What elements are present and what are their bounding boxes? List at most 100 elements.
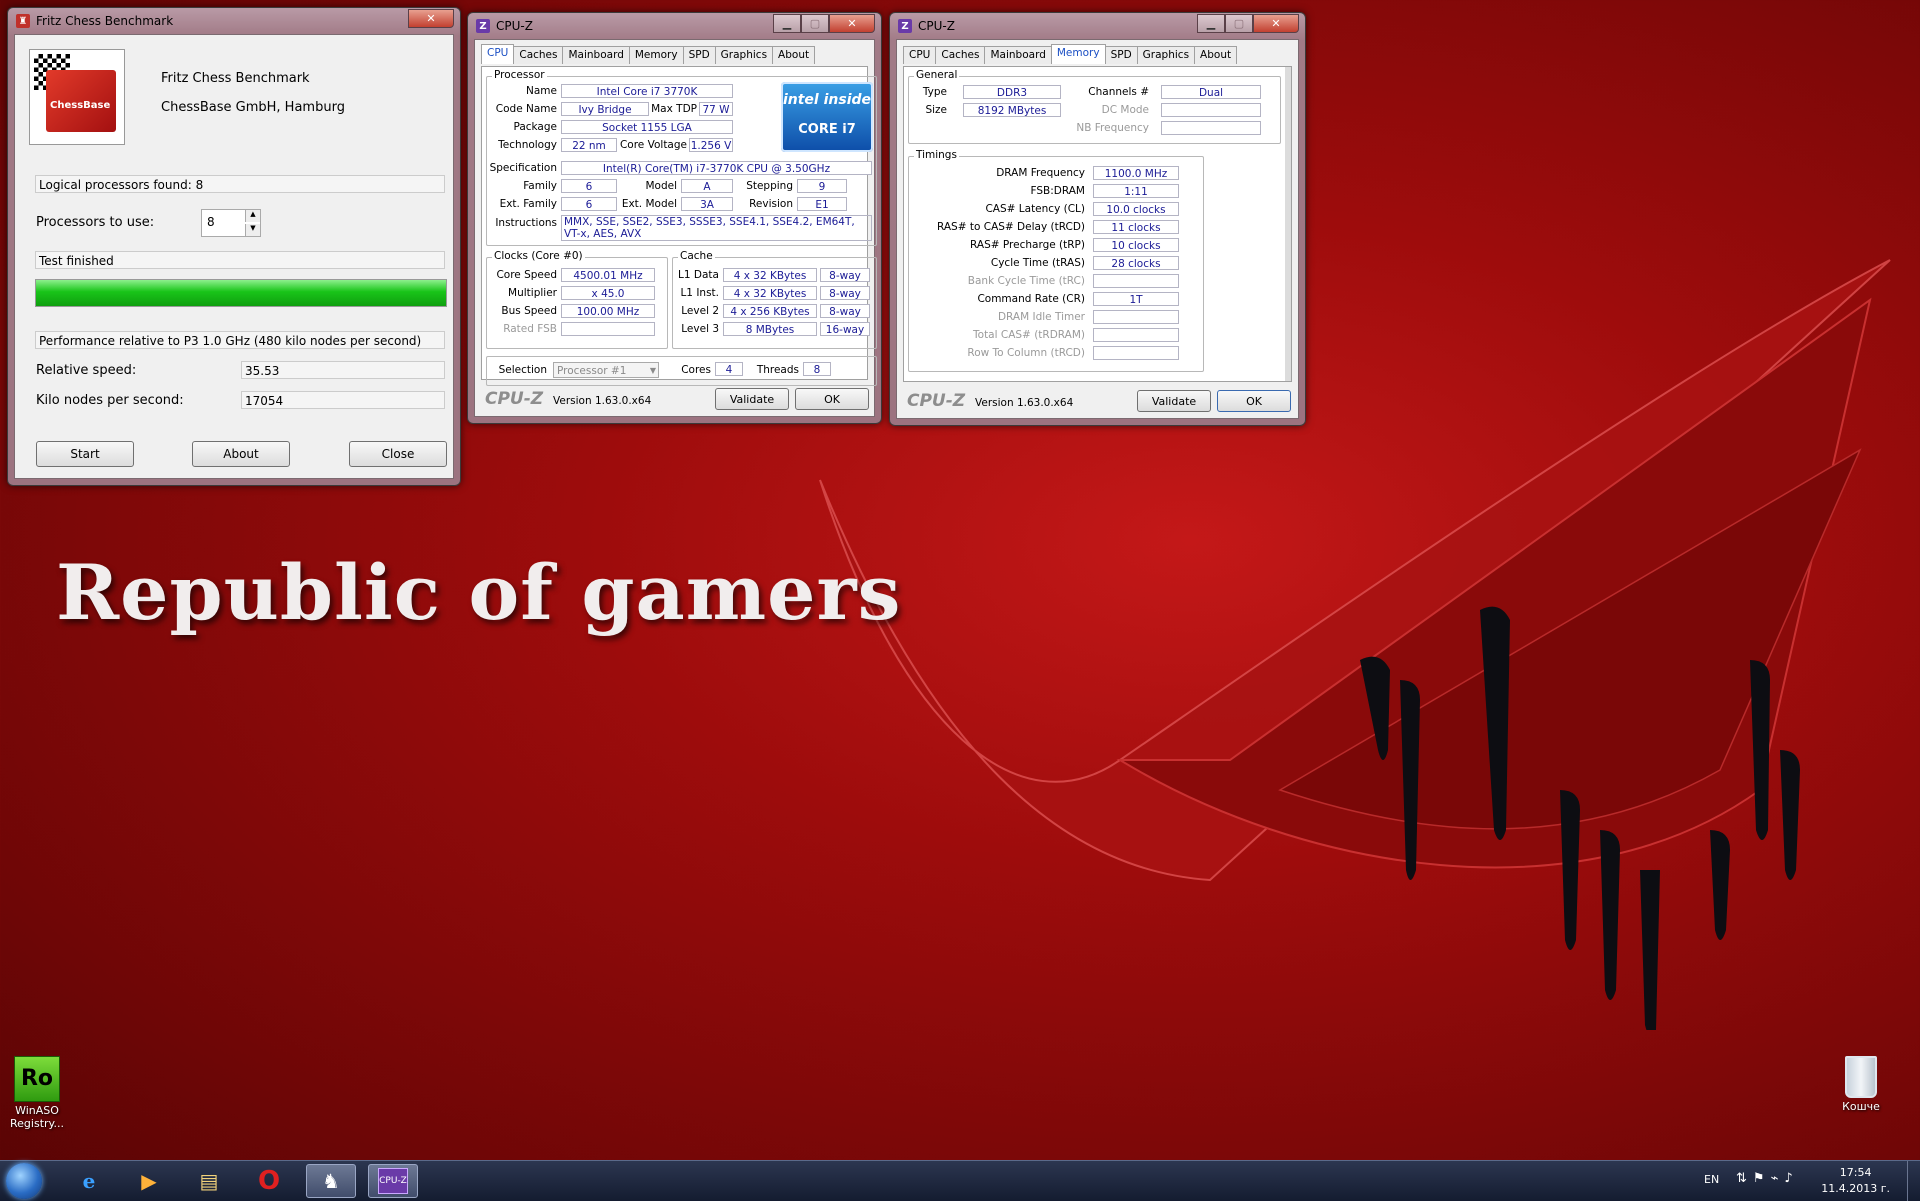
action-center-flag-icon[interactable]: ⚑ [1753,1171,1765,1186]
media-player-icon[interactable]: ▶ [124,1164,174,1198]
close-icon[interactable]: ✕ [829,14,875,33]
status-field: Test finished [35,251,445,269]
cpu-package: Socket 1155 LGA [561,120,733,134]
cpuz-app-icon: Z [898,19,912,33]
tab-spd[interactable]: SPD [1104,46,1138,64]
version-label: Version 1.63.0.x64 [553,395,652,407]
start-orb-icon[interactable] [6,1163,42,1199]
close-icon[interactable]: ✕ [1253,14,1299,33]
progress-fill [36,280,446,306]
tab-graphics[interactable]: Graphics [714,46,774,64]
fritz-window: ♜ Fritz Chess Benchmark ✕ ChessBase Frit… [7,7,461,486]
cpuz-cpu-window: Z CPU-Z ▁ ▢ ✕ CPU Caches Mainboard Memor… [467,12,882,424]
maximize-icon: ▢ [801,14,829,33]
wallpaper-title: Republic of gamers [56,548,902,637]
ok-button[interactable]: OK [795,388,869,410]
cache-group: Cache L1 Data 4 x 32 KBytes 8-way L1 Ins… [672,250,877,349]
cpuz-memory-window: Z CPU-Z ▁ ▢ ✕ CPU Caches Mainboard Memor… [889,12,1306,426]
tab-cpu[interactable]: CPU [903,46,937,64]
logical-processors-field: Logical processors found: 8 [35,175,445,193]
winaso-icon: Ro [14,1056,60,1102]
processor-select[interactable]: Processor #1 ▼ [553,362,659,378]
cpu-maxtdp: 77 W [699,102,733,116]
minimize-icon[interactable]: ▁ [773,14,801,33]
progress-bar [35,279,447,307]
processor-group: Processor Name Intel Core i7 3770K Code … [486,69,877,246]
cpu-voltage: 1.256 V [689,138,733,152]
scrollbar[interactable] [1285,67,1291,381]
window-title: Fritz Chess Benchmark [36,14,174,28]
intel-core-i7-badge: intel inside CORE i7 [781,82,873,152]
tray-icons: ⇅ ⚑ ⌁ ♪ [1736,1171,1793,1186]
cpuz-taskbar-icon: CPU-Z [378,1168,408,1194]
processors-label: Processors to use: [36,215,155,230]
cpu-spec: Intel(R) Core(TM) i7-3770K CPU @ 3.50GHz [561,161,872,175]
recycle-bin-desktop-icon[interactable]: Кошче [1826,1056,1896,1113]
cpuz-app-icon: Z [476,19,490,33]
chessbase-logo: ChessBase [29,49,125,145]
network-tray-icon[interactable]: ⇅ [1736,1171,1747,1186]
internet-explorer-icon[interactable]: e [64,1164,114,1198]
close-icon[interactable]: ✕ [408,9,454,28]
relative-speed-value: 35.53 [241,361,445,379]
app-name: Fritz Chess Benchmark [161,71,310,86]
timings-group: Timings DRAM Frequency 1100.0 MHz FSB:DR… [908,149,1204,372]
perf-text: Performance relative to P3 1.0 GHz (480 … [35,331,445,349]
validate-button[interactable]: Validate [1137,390,1211,412]
about-button[interactable]: About [192,441,290,467]
tab-strip: CPU Caches Mainboard Memory SPD Graphics… [481,44,816,64]
company-name: ChessBase GmbH, Hamburg [161,100,345,115]
power-tray-icon[interactable]: ⌁ [1771,1171,1779,1186]
window-title: CPU-Z [918,19,955,33]
relative-speed-label: Relative speed: [36,363,137,378]
selection-group: Selection Processor #1 ▼ Cores 4 Threads… [486,356,877,386]
tab-graphics[interactable]: Graphics [1136,46,1196,64]
opera-icon[interactable]: O [244,1164,294,1198]
system-clock[interactable]: 17:54 11.4.2013 г. [1821,1165,1890,1197]
chessbase-app-icon: ♜ [16,14,30,28]
cpuz-footer-logo: CPU-Z [907,391,966,411]
tab-spd[interactable]: SPD [682,46,716,64]
fritz-taskbar-button[interactable]: ♞ [306,1164,356,1198]
tab-memory[interactable]: Memory [628,46,684,64]
file-explorer-icon[interactable]: ▤ [184,1164,234,1198]
tab-about[interactable]: About [1194,46,1238,64]
window-title: CPU-Z [496,19,533,33]
spin-up-icon[interactable]: ▲ [245,210,260,222]
title-bar[interactable]: Z CPU-Z [476,15,533,37]
winaso-desktop-icon[interactable]: Ro WinASO Registry... [2,1056,72,1130]
knps-value: 17054 [241,391,445,409]
start-button[interactable]: Start [36,441,134,467]
general-group: General Type DDR3 Size 8192 MBytes Chann… [908,69,1281,144]
processors-value: 8 [207,215,215,229]
version-label: Version 1.63.0.x64 [975,397,1074,409]
validate-button[interactable]: Validate [715,388,789,410]
spin-down-icon[interactable]: ▼ [245,224,260,236]
taskbar: e ▶ ▤ O ♞ CPU-Z EN ⇅ ⚑ ⌁ ♪ 17:54 11.4.20… [0,1160,1920,1201]
cpu-tech: 22 nm [561,138,617,152]
title-bar[interactable]: Z CPU-Z [898,15,955,37]
tab-cpu[interactable]: CPU [481,44,515,64]
cpuz-footer-logo: CPU-Z [485,389,544,409]
speaker-tray-icon[interactable]: ♪ [1784,1171,1792,1186]
close-button[interactable]: Close [349,441,447,467]
knps-label: Kilo nodes per second: [36,393,184,408]
cpuz-taskbar-button[interactable]: CPU-Z [368,1164,418,1198]
cpu-codename: Ivy Bridge [561,102,649,116]
cpu-instructions: MMX, SSE, SSE2, SSE3, SSSE3, SSE4.1, SSE… [561,215,872,241]
tab-caches[interactable]: Caches [935,46,986,64]
tab-mainboard[interactable]: Mainboard [562,46,630,64]
tab-caches[interactable]: Caches [513,46,564,64]
language-indicator[interactable]: EN [1704,1173,1719,1186]
tab-memory[interactable]: Memory [1050,44,1106,64]
title-bar[interactable]: ♜ Fritz Chess Benchmark [16,10,173,32]
clocks-group: Clocks (Core #0) Core Speed 4500.01 MHz … [486,250,668,349]
ok-button[interactable]: OK [1217,390,1291,412]
maximize-icon: ▢ [1225,14,1253,33]
chevron-down-icon: ▼ [649,366,656,375]
show-desktop-button[interactable] [1907,1161,1920,1201]
processors-spinner[interactable]: 8 ▲ ▼ [201,209,261,237]
minimize-icon[interactable]: ▁ [1197,14,1225,33]
tab-about[interactable]: About [772,46,816,64]
tab-mainboard[interactable]: Mainboard [984,46,1052,64]
